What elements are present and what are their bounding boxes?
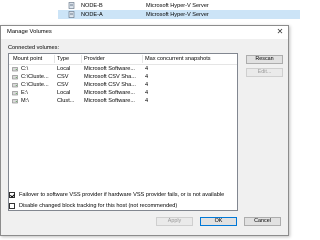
server-row-node-a[interactable]: NODE-A Microsoft Hyper-V Server: [58, 10, 300, 19]
disable-cbt-label: Disable changed block tracking for this …: [19, 203, 178, 209]
dialog-title: Manage Volumes: [7, 29, 52, 35]
mount-point: C:\: [21, 66, 29, 72]
column-header-provider[interactable]: Provider: [84, 56, 105, 62]
volume-type: CSV: [57, 74, 69, 80]
close-icon[interactable]: ✕: [275, 27, 285, 37]
max-snapshots: 4: [145, 98, 149, 104]
server-name: NODE-A: [81, 11, 103, 18]
server-icon: [68, 2, 75, 9]
volume-type: Local: [57, 66, 71, 72]
server-type: Microsoft Hyper-V Server: [146, 11, 209, 18]
volume-provider: Microsoft Software...: [84, 90, 135, 96]
drive-icon: [12, 83, 18, 88]
volume-type: Local: [57, 90, 71, 96]
volumes-list-header: Mount point Type Provider Max concurrent…: [9, 54, 237, 65]
disable-cbt-option[interactable]: Disable changed block tracking for this …: [9, 202, 177, 210]
volume-provider: Microsoft Software...: [84, 98, 135, 104]
max-snapshots: 4: [145, 74, 149, 80]
server-name: NODE-B: [81, 2, 103, 9]
server-list: NODE-B Microsoft Hyper-V Server NODE-A M…: [58, 0, 300, 20]
volume-provider: Microsoft CSV Sha...: [84, 82, 136, 88]
drive-icon: [12, 67, 18, 72]
cancel-button[interactable]: Cancel: [244, 217, 281, 226]
volume-type: Clust...: [57, 98, 75, 104]
server-type: Microsoft Hyper-V Server: [146, 2, 209, 9]
rescan-button[interactable]: Rescan: [246, 55, 283, 64]
ok-button[interactable]: OK: [200, 217, 237, 226]
max-snapshots: 4: [145, 66, 149, 72]
drive-icon: [12, 91, 18, 96]
apply-button[interactable]: Apply: [156, 217, 193, 226]
volume-provider: Microsoft Software...: [84, 66, 135, 72]
server-icon: [68, 11, 75, 18]
manage-volumes-dialog: Manage Volumes ✕ Connected volumes: Moun…: [0, 25, 289, 236]
volume-row[interactable]: C:\ Local Microsoft Software... 4: [9, 65, 237, 73]
drive-icon: [12, 99, 18, 104]
mount-point: C:\Cluste...: [21, 82, 49, 88]
volume-provider: Microsoft CSV Sha...: [84, 74, 136, 80]
column-header-mount-point[interactable]: Mount point: [13, 56, 42, 62]
mount-point: E:\: [21, 90, 28, 96]
volume-row[interactable]: C:\Cluste... CSV Microsoft CSV Sha... 4: [9, 73, 237, 81]
disable-cbt-checkbox[interactable]: [9, 203, 15, 209]
volumes-list[interactable]: Mount point Type Provider Max concurrent…: [8, 53, 238, 211]
mount-point: M:\: [21, 98, 29, 104]
max-snapshots: 4: [145, 82, 149, 88]
max-snapshots: 4: [145, 90, 149, 96]
failover-label: Failover to software VSS provider if har…: [19, 192, 225, 198]
mount-point: C:\Cluste...: [21, 74, 49, 80]
column-header-max-snapshots[interactable]: Max concurrent snapshots: [145, 56, 211, 62]
connected-volumes-label: Connected volumes:: [8, 45, 59, 51]
volume-row[interactable]: E:\ Local Microsoft Software... 4: [9, 89, 237, 97]
server-row-node-b[interactable]: NODE-B Microsoft Hyper-V Server: [58, 1, 300, 10]
dialog-titlebar: Manage Volumes ✕: [1, 26, 288, 39]
volume-row[interactable]: M:\ Clust... Microsoft Software... 4: [9, 97, 237, 105]
volume-type: CSV: [57, 82, 69, 88]
failover-option[interactable]: Failover to software VSS provider if har…: [9, 191, 224, 199]
edit-button[interactable]: Edit...: [246, 68, 283, 77]
column-header-type[interactable]: Type: [57, 56, 69, 62]
failover-checkbox[interactable]: [9, 192, 15, 198]
drive-icon: [12, 75, 18, 80]
volume-row[interactable]: C:\Cluste... CSV Microsoft CSV Sha... 4: [9, 81, 237, 89]
